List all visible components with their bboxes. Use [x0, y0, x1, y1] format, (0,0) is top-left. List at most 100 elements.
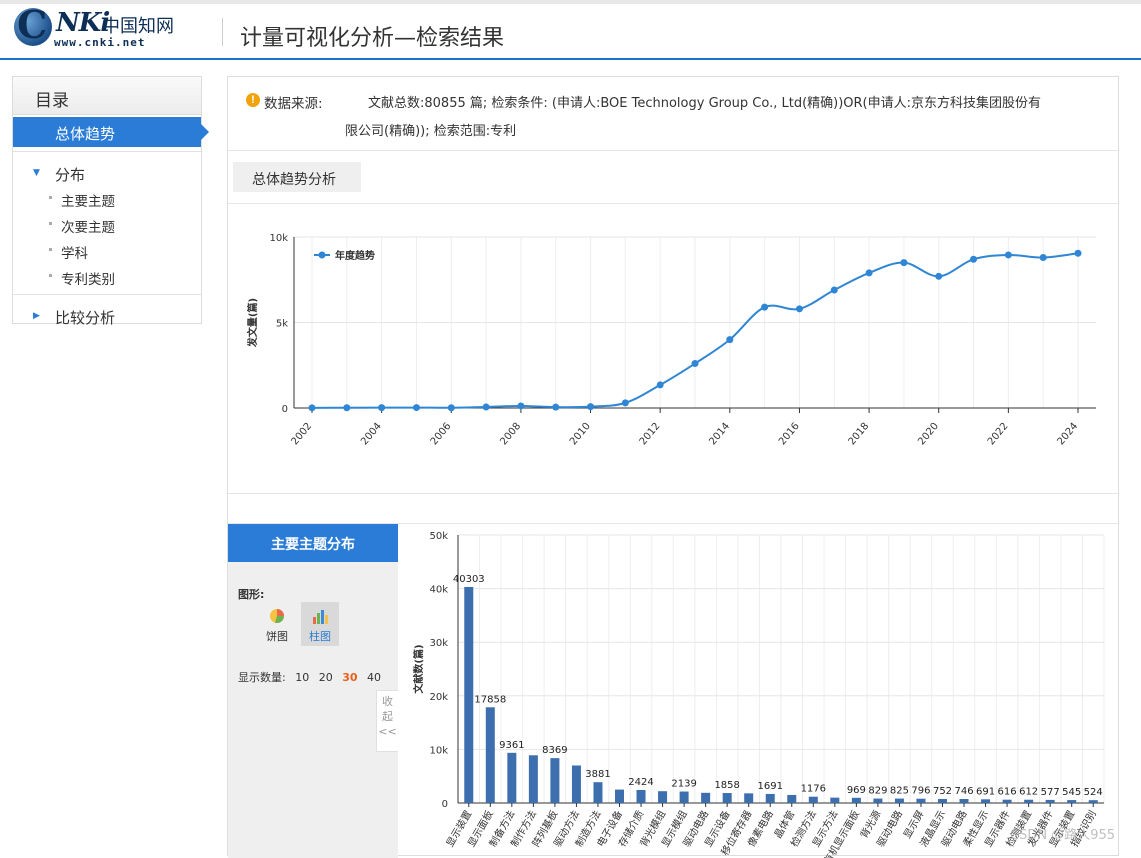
- sidebar-item-label: 主要主题: [61, 194, 115, 210]
- sidebar-group-label: 比较分析: [55, 309, 116, 327]
- bar: [1024, 799, 1034, 803]
- data-point: [482, 403, 490, 411]
- logo-chinese-name: 中国知网: [102, 16, 174, 37]
- collapse-button[interactable]: 收起 <<: [376, 690, 398, 752]
- data-source-info: ! 数据来源: 文献总数:80855 篇; 检索条件: (申请人:BOE Tec…: [228, 77, 1118, 151]
- y-tick-label: 30k: [429, 638, 448, 649]
- bar: [981, 799, 991, 803]
- sidebar-item-discipline[interactable]: 学科: [13, 238, 201, 264]
- y-tick-label: 0: [282, 404, 288, 415]
- data-source-label: 数据来源:: [264, 96, 323, 112]
- sidebar-item-secondary-topic[interactable]: 次要主题: [13, 212, 201, 238]
- info-icon: !: [246, 93, 260, 107]
- bar: [1088, 800, 1098, 803]
- sidebar-group-comparison[interactable]: ▶ 比较分析: [13, 299, 201, 329]
- sidebar-item-label: 学科: [61, 246, 88, 262]
- bar: [765, 793, 775, 803]
- data-point: [795, 305, 803, 313]
- bar-chart-label: 柱图: [309, 630, 331, 643]
- count-option-40[interactable]: 40: [367, 671, 381, 684]
- data-point: [1074, 249, 1082, 257]
- bar: [615, 789, 624, 803]
- data-point: [308, 404, 316, 412]
- bar: [808, 796, 818, 803]
- x-tick-label: 2002: [290, 421, 315, 448]
- bar: [894, 798, 904, 803]
- bar: [507, 752, 517, 803]
- section-divider: [228, 493, 1118, 494]
- bar: [830, 797, 840, 803]
- bar-value-label: 746: [954, 786, 973, 797]
- bar: [722, 793, 732, 803]
- pie-chart-button[interactable]: 饼图: [258, 602, 296, 646]
- x-tick-label: 2016: [777, 421, 802, 448]
- y-axis-label: 文献数(篇): [412, 644, 425, 693]
- bar-value-label: 612: [1019, 787, 1038, 798]
- panel-title: 主要主题分布: [228, 524, 398, 562]
- data-source-line-1: 文献总数:80855 篇; 检索条件: (申请人:BOE Technology …: [368, 96, 1041, 111]
- main-panel: ! 数据来源: 文献总数:80855 篇; 检索条件: (申请人:BOE Tec…: [227, 76, 1119, 858]
- data-point: [378, 404, 386, 412]
- sidebar-group-distribution[interactable]: ▼ 分布: [13, 156, 201, 186]
- sidebar-group-label: 分布: [55, 166, 86, 184]
- count-option-10[interactable]: 10: [295, 671, 309, 684]
- trend-chart-area: 0 5k 10k 2002 2004 2006 2008 2010 2012 2014 2016 20…: [228, 203, 1118, 493]
- data-point: [412, 404, 420, 412]
- data-point: [691, 360, 699, 368]
- x-tick-label: 2012: [638, 421, 663, 448]
- sidebar-item-overall-trend[interactable]: 总体趋势: [13, 117, 209, 147]
- data-point: [656, 381, 664, 389]
- bar: [485, 707, 495, 803]
- pie-chart-icon: [270, 609, 284, 623]
- watermark: CSDN @路人955: [1010, 828, 1116, 843]
- tab-overall-trend-analysis[interactable]: 总体趋势分析: [233, 162, 361, 192]
- data-point: [935, 272, 943, 280]
- count-option-20[interactable]: 20: [319, 671, 333, 684]
- sidebar-item-label: 次要主题: [61, 220, 115, 236]
- bar-value-label: 524: [1084, 787, 1103, 798]
- y-tick-label: 10k: [269, 233, 288, 244]
- bar-value-label: 2139: [671, 779, 696, 790]
- x-tick-label: 2010: [568, 421, 593, 448]
- double-chevron-left-icon: <<: [378, 725, 397, 738]
- sidebar-item-main-topic[interactable]: 主要主题: [13, 186, 201, 212]
- count-option-30[interactable]: 30: [342, 671, 357, 684]
- y-tick-label: 0: [442, 799, 448, 810]
- bar-chart-icon: [313, 610, 328, 624]
- bar-value-label: 825: [890, 786, 909, 797]
- logo-letter-c: C: [17, 2, 48, 47]
- bar-chart-button[interactable]: 柱图: [301, 602, 339, 646]
- sidebar-divider: [13, 294, 201, 295]
- bar: [873, 798, 883, 803]
- x-tick-label: 2008: [498, 421, 523, 448]
- bar-value-label: 577: [1041, 787, 1060, 798]
- bar-value-label: 9361: [499, 740, 524, 751]
- data-point: [761, 303, 769, 311]
- bar: [571, 765, 581, 803]
- bar-value-label: 545: [1062, 787, 1081, 798]
- sidebar-item-patent-category[interactable]: 专利类别: [13, 264, 201, 290]
- y-axis-label: 发文量(篇): [246, 298, 259, 348]
- bullet-icon: [49, 248, 52, 251]
- data-point: [517, 402, 525, 410]
- x-tick-label: 2004: [359, 421, 384, 448]
- bar: [1067, 800, 1077, 803]
- trend-line-chart: 0 5k 10k 2002 2004 2006 2008 2010 2012 2014 2016 20…: [246, 233, 1096, 448]
- bar: [1002, 799, 1012, 803]
- bar-value-label: 969: [847, 785, 866, 796]
- data-point: [865, 269, 873, 277]
- bar-value-label: 829: [868, 786, 887, 797]
- bar: [528, 755, 538, 803]
- data-point: [900, 259, 908, 267]
- bar: [636, 790, 646, 803]
- sidebar-item-label: 总体趋势: [55, 125, 116, 143]
- main-topic-section: 主要主题分布 图形: 饼图 柱图 显示数量: 10 20 30 40 收 起 <…: [228, 523, 1118, 858]
- cnki-logo[interactable]: C NKi 中国知网 www.cnki.net: [14, 2, 194, 52]
- bullet-icon: [49, 222, 52, 225]
- data-source-line-2: 限公司(精确)); 检索范围:专利: [345, 124, 517, 139]
- data-point: [552, 403, 560, 411]
- caret-right-icon: ▶: [33, 311, 40, 321]
- sidebar-divider: [13, 151, 201, 152]
- bar-value-label: 1691: [758, 781, 783, 792]
- x-tick-label: 2006: [429, 421, 454, 448]
